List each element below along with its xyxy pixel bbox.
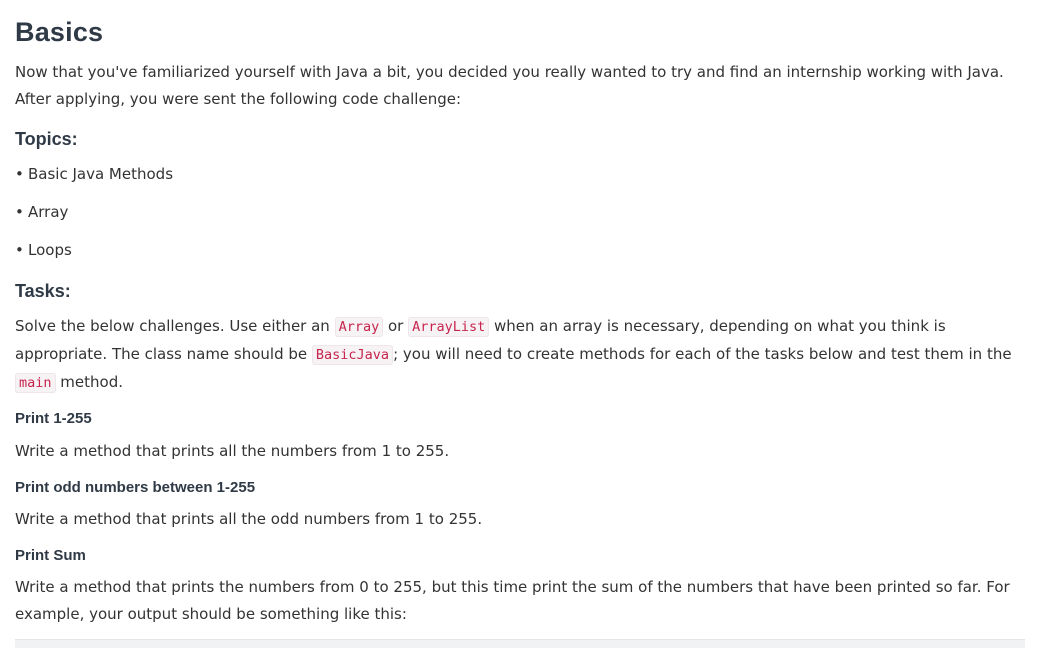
section-heading-print-odd: Print odd numbers between 1-255 <box>15 479 256 496</box>
topic-label: Basic Java Methods <box>28 165 174 183</box>
code-block-edge <box>15 639 1025 648</box>
code-basicjava: BasicJava <box>311 345 394 365</box>
code-array: Array <box>334 317 384 337</box>
text-run: appropriate. The class name should be <box>15 345 312 363</box>
section-text: example, your output should be something… <box>15 605 407 623</box>
section-text: Write a method that prints all the numbe… <box>15 442 450 460</box>
topic-item: • Array <box>15 198 68 226</box>
topics-heading: Topics: <box>15 129 78 149</box>
topic-label: Array <box>28 203 69 221</box>
tasks-desc-line-3: main method. <box>15 368 123 397</box>
text-run: when an array is necessary, depending on… <box>489 317 946 335</box>
text-run: or <box>383 317 409 335</box>
topic-item: • Loops <box>15 236 72 264</box>
text-run: Solve the below challenges. Use either a… <box>15 317 335 335</box>
section-text: Write a method that prints all the odd n… <box>15 510 483 528</box>
topic-item: • Basic Java Methods <box>15 160 173 188</box>
bullet-icon: • <box>15 203 24 221</box>
page-title: Basics <box>15 17 104 47</box>
bullet-icon: • <box>15 241 24 259</box>
text-run: method. <box>55 373 123 391</box>
code-arraylist: ArrayList <box>408 317 490 337</box>
text-run: ; you will need to create methods for ea… <box>393 345 1012 363</box>
bullet-icon: • <box>15 165 24 183</box>
section-text: Write a method that prints the numbers f… <box>15 578 1010 596</box>
tasks-desc-line-2: appropriate. The class name should be Ba… <box>15 340 1012 369</box>
intro-line-2: After applying, you were sent the follow… <box>15 90 462 108</box>
section-heading-print-1-255: Print 1-255 <box>15 410 92 427</box>
tasks-heading: Tasks: <box>15 281 71 301</box>
section-heading-print-sum: Print Sum <box>15 547 86 564</box>
code-main: main <box>15 373 56 393</box>
topic-label: Loops <box>28 241 72 259</box>
intro-line-1: Now that you've familiarized yourself wi… <box>15 63 1004 81</box>
tasks-desc-line-1: Solve the below challenges. Use either a… <box>15 312 946 341</box>
